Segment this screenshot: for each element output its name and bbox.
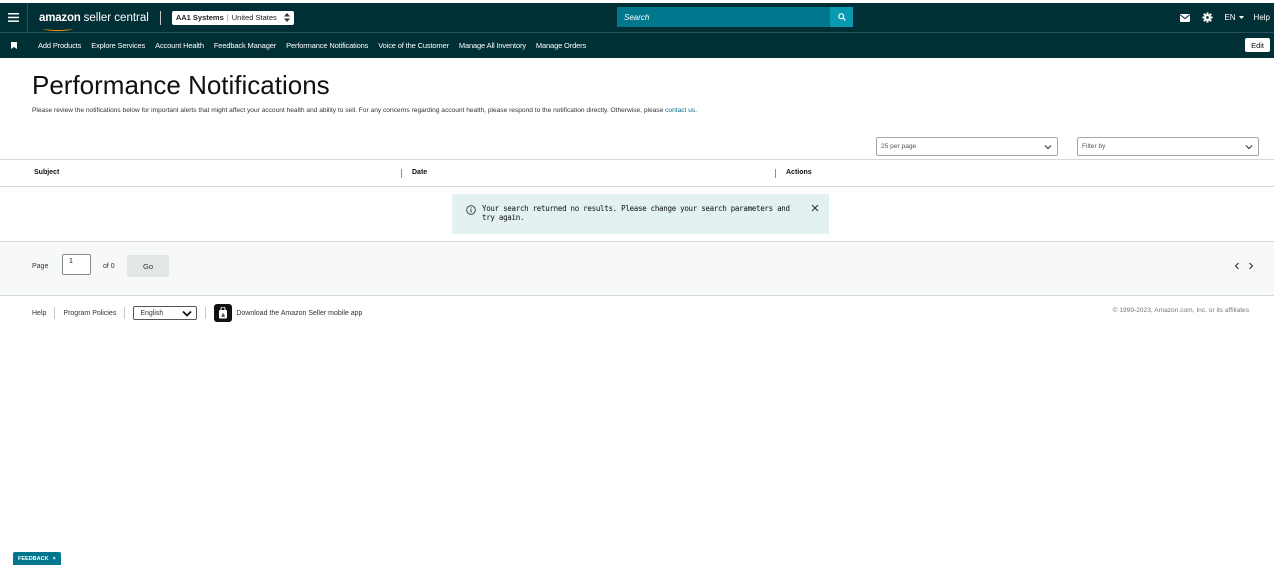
page-label: Page [32, 263, 49, 270]
logo-product: seller central [83, 11, 149, 24]
language-selector[interactable]: EN [1224, 13, 1244, 22]
feedback-close-icon[interactable]: × [53, 556, 56, 562]
page-title: Performance Notifications [32, 70, 330, 100]
help-link[interactable]: Help [1254, 13, 1270, 22]
logo-divider [159, 10, 161, 25]
no-results-message: Your search returned no results. Please … [482, 204, 790, 222]
info-icon [466, 205, 476, 215]
nav-items: Add Products Explore Services Account He… [38, 41, 586, 50]
header-actions: EN Help [1178, 3, 1270, 32]
column-header-date[interactable]: Date [412, 169, 427, 176]
mobile-app-icon[interactable]: a [214, 304, 233, 322]
chevron-down-icon [182, 310, 192, 317]
bookmark-icon[interactable] [0, 42, 28, 49]
footer-divider [124, 307, 126, 319]
go-button[interactable]: Go [127, 255, 169, 277]
caret-down-icon [1238, 16, 1244, 19]
nav-bar: Add Products Explore Services Account He… [0, 32, 1274, 58]
seller-central-logo[interactable]: amazon seller central [39, 11, 149, 31]
top-header: amazon seller central AA1 Systems | Unit… [0, 3, 1274, 32]
per-page-value: 25 per page [881, 143, 917, 150]
footer-divider [54, 307, 56, 319]
chevron-down-icon [1044, 145, 1052, 150]
up-down-arrows-icon [283, 13, 290, 22]
menu-icon[interactable] [0, 3, 28, 32]
language-code: EN [1224, 13, 1236, 22]
page-total-label: of 0 [103, 263, 115, 270]
pagination-bar: Page 1 of 0 Go [0, 242, 1274, 296]
account-marketplace: United States [231, 13, 277, 22]
search-button[interactable] [830, 7, 853, 27]
filter-by-placeholder: Filter by [1082, 143, 1106, 150]
account-separator: | [226, 13, 229, 22]
no-results-alert: Your search returned no results. Please … [452, 194, 829, 234]
mail-icon[interactable] [1178, 11, 1191, 24]
page-arrows [1234, 261, 1254, 273]
feedback-tab[interactable]: FEEDBACK × [13, 552, 61, 565]
logo-brand: amazon [39, 11, 81, 24]
column-divider [775, 169, 776, 178]
account-name: AA1 Systems [175, 13, 224, 22]
close-icon[interactable] [811, 203, 819, 215]
footer-language-select[interactable]: English [133, 306, 198, 320]
search-bar: Search [617, 7, 853, 27]
download-app-link[interactable]: Download the Amazon Seller mobile app [236, 310, 362, 317]
nav-item-explore-services[interactable]: Explore Services [91, 41, 145, 50]
nav-item-manage-orders[interactable]: Manage Orders [536, 41, 586, 50]
nav-item-feedback-manager[interactable]: Feedback Manager [214, 41, 276, 50]
footer-divider [205, 307, 207, 319]
page-description: Please review the notifications below fo… [32, 107, 697, 114]
gear-icon[interactable] [1201, 11, 1214, 24]
nav-item-manage-inventory[interactable]: Manage All Inventory [459, 41, 526, 50]
per-page-select[interactable]: 25 per page [876, 137, 1058, 156]
column-header-actions: Actions [786, 169, 812, 176]
search-icon [837, 13, 846, 21]
contact-us-link[interactable]: contact us [665, 107, 695, 114]
page-number-input[interactable]: 1 [62, 254, 91, 275]
nav-item-voice-of-customer[interactable]: Voice of the Customer [378, 41, 449, 50]
chevron-down-icon [1245, 145, 1253, 150]
feedback-label: FEEDBACK [18, 555, 49, 562]
program-policies-link[interactable]: Program Policies [63, 310, 116, 317]
description-text: Please review the notifications below fo… [32, 107, 666, 114]
filter-by-select[interactable]: Filter by [1077, 137, 1259, 156]
column-header-subject[interactable]: Subject [34, 169, 59, 176]
nav-item-performance-notifications[interactable]: Performance Notifications [286, 41, 368, 50]
footer: Help Program Policies English a Download… [32, 304, 362, 322]
account-switcher[interactable]: AA1 Systems | United States [171, 10, 294, 25]
copyright-text: © 1999-2023, Amazon.com, Inc. or its aff… [1112, 307, 1249, 314]
nav-item-add-products[interactable]: Add Products [38, 41, 81, 50]
description-end: . [695, 107, 698, 114]
table-header: Subject Date Actions [0, 160, 1274, 187]
edit-nav-button[interactable]: Edit [1245, 38, 1270, 52]
chevron-right-icon[interactable] [1248, 261, 1254, 273]
footer-language-value: English [140, 309, 164, 317]
nav-item-account-health[interactable]: Account Health [155, 41, 204, 50]
footer-help-link[interactable]: Help [32, 310, 46, 317]
search-input[interactable]: Search [617, 7, 830, 27]
column-divider [401, 169, 402, 178]
chevron-left-icon[interactable] [1234, 261, 1240, 273]
logo-smile [43, 26, 73, 31]
